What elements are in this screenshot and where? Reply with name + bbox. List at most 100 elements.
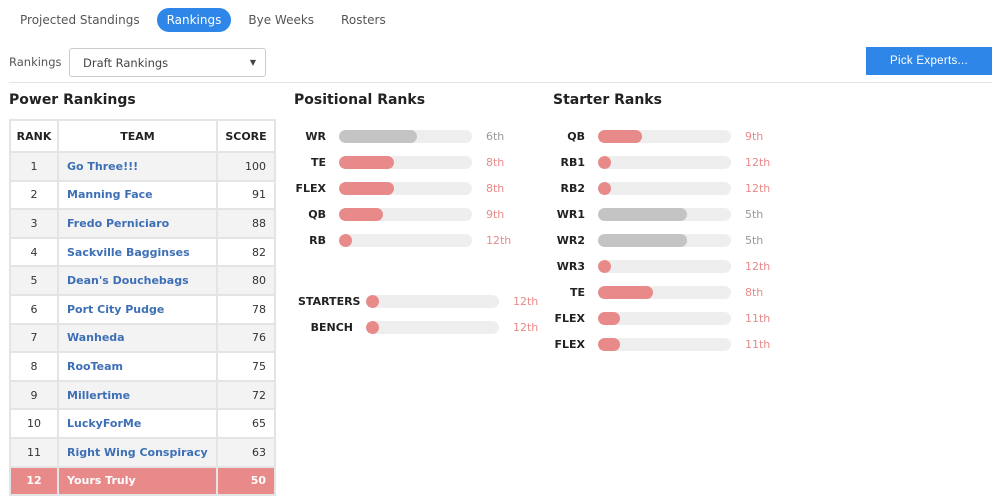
rank-text: 8th bbox=[486, 155, 505, 169]
team-cell: Dean's Douchebags bbox=[57, 265, 218, 296]
rank-bar-fill bbox=[598, 233, 687, 247]
rank-text: 6th bbox=[486, 129, 505, 143]
rank-cell: 2 bbox=[9, 179, 59, 211]
rank-cell: 3 bbox=[9, 208, 59, 239]
column-header-score: SCORE bbox=[216, 119, 276, 153]
rank-cell: 5 bbox=[9, 265, 59, 296]
rank-bar-row: WR2 5th bbox=[530, 227, 770, 253]
rank-bar-track bbox=[598, 129, 731, 143]
rank-bar-row: FLEX 8th bbox=[271, 175, 511, 201]
position-label: FLEX bbox=[554, 311, 585, 325]
rank-bar-row: QB 9th bbox=[530, 123, 770, 149]
tab-bye-weeks[interactable]: Bye Weeks bbox=[238, 8, 324, 32]
rank-bar-fill bbox=[339, 233, 352, 247]
table-row: 2 Manning Face 91 bbox=[9, 179, 276, 211]
rank-text: 8th bbox=[486, 181, 505, 195]
table-header-row: RANK TEAM SCORE bbox=[9, 119, 276, 153]
score-cell: 100 bbox=[216, 151, 276, 182]
position-label: RB2 bbox=[560, 181, 585, 195]
rank-cell: 8 bbox=[9, 351, 59, 382]
rank-bar-row: TE 8th bbox=[271, 149, 511, 175]
position-label: RB bbox=[309, 233, 326, 247]
table-row: 9 Millertime 72 bbox=[9, 379, 276, 411]
rank-bar-row: WR1 5th bbox=[530, 201, 770, 227]
team-link[interactable]: Millertime bbox=[67, 389, 130, 402]
tab-rankings[interactable]: Rankings bbox=[156, 8, 232, 32]
score-cell: 76 bbox=[216, 322, 276, 354]
rank-bar-track bbox=[598, 181, 731, 195]
rankings-select[interactable]: Draft Rankings ▼ bbox=[69, 48, 266, 77]
team-link[interactable]: Right Wing Conspiracy bbox=[67, 446, 208, 459]
power-rankings-table: RANK TEAM SCORE 1 Go Three!!! 100 2 Manning … bbox=[9, 119, 276, 497]
team-link[interactable]: Go Three!!! bbox=[67, 160, 138, 173]
rank-cell: 6 bbox=[9, 293, 59, 325]
rank-bar-track bbox=[598, 155, 731, 169]
rank-bar-track bbox=[339, 233, 472, 247]
team-link[interactable]: Sackville Bagginses bbox=[67, 246, 190, 259]
score-cell: 91 bbox=[216, 179, 276, 211]
team-link[interactable]: LuckyForMe bbox=[67, 417, 141, 430]
rank-bar-track bbox=[366, 294, 499, 308]
starter-ranks-title: Starter Ranks bbox=[553, 92, 662, 108]
rank-bar-track bbox=[598, 311, 731, 325]
column-header-team: TEAM bbox=[57, 119, 218, 153]
team-link[interactable]: RooTeam bbox=[67, 360, 123, 373]
team-cell: Fredo Perniciaro bbox=[57, 208, 218, 239]
position-label: QB bbox=[567, 129, 585, 143]
rank-bar-row: WR 6th bbox=[271, 123, 511, 149]
rank-text: 5th bbox=[745, 207, 764, 221]
score-cell: 50 bbox=[216, 465, 276, 497]
rankings-select-label: Rankings bbox=[9, 55, 62, 69]
tab-rosters[interactable]: Rosters bbox=[331, 8, 396, 32]
rank-text: 11th bbox=[745, 311, 771, 325]
rank-bar-track bbox=[598, 259, 731, 273]
team-link[interactable]: Wanheda bbox=[67, 331, 125, 344]
rank-bar-fill bbox=[598, 285, 654, 299]
score-cell: 65 bbox=[216, 408, 276, 439]
table-row: 5 Dean's Douchebags 80 bbox=[9, 265, 276, 296]
rank-bar-track bbox=[339, 181, 472, 195]
rankings-select-value: Draft Rankings bbox=[83, 56, 169, 70]
score-cell: 80 bbox=[216, 265, 276, 296]
rank-cell: 12 bbox=[9, 465, 59, 497]
rank-bar-row: STARTERS 12th bbox=[298, 288, 538, 314]
rank-bar-fill bbox=[366, 294, 379, 308]
position-label: FLEX bbox=[295, 181, 326, 195]
position-label: BENCH bbox=[310, 320, 353, 334]
rank-bar-fill bbox=[339, 207, 384, 221]
pick-experts-button[interactable]: Pick Experts... bbox=[866, 47, 992, 75]
rank-text: 9th bbox=[745, 129, 764, 143]
team-cell: RooTeam bbox=[57, 351, 218, 382]
team-link[interactable]: Manning Face bbox=[67, 188, 153, 201]
team-link[interactable]: Dean's Douchebags bbox=[67, 274, 189, 287]
rank-text: 9th bbox=[486, 207, 505, 221]
rank-bar-fill bbox=[598, 207, 687, 221]
team-link[interactable]: Yours Truly bbox=[67, 474, 136, 487]
rank-bar-track bbox=[339, 155, 472, 169]
position-label: WR2 bbox=[556, 233, 585, 247]
rank-cell: 1 bbox=[9, 151, 59, 182]
rank-bar-fill bbox=[598, 259, 611, 273]
table-row: 4 Sackville Bagginses 82 bbox=[9, 236, 276, 268]
table-row: 11 Right Wing Conspiracy 63 bbox=[9, 436, 276, 468]
position-label: WR3 bbox=[556, 259, 585, 273]
rank-bar-fill bbox=[598, 129, 643, 143]
table-row: 7 Wanheda 76 bbox=[9, 322, 276, 354]
rank-bar-track bbox=[339, 207, 472, 221]
team-link[interactable]: Fredo Perniciaro bbox=[67, 217, 169, 230]
power-rankings-title: Power Rankings bbox=[9, 92, 136, 108]
table-row: 1 Go Three!!! 100 bbox=[9, 151, 276, 182]
starter-ranks-list: QB 9th RB1 12th RB2 12th WR1 5th WR2 5th WR3 12th TE… bbox=[530, 123, 770, 357]
rank-bar-track bbox=[598, 233, 731, 247]
rank-cell: 9 bbox=[9, 379, 59, 411]
tab-projected-standings[interactable]: Projected Standings bbox=[10, 8, 150, 32]
rank-bar-track bbox=[598, 207, 731, 221]
table-row: 8 RooTeam 75 bbox=[9, 351, 276, 382]
position-label: RB1 bbox=[560, 155, 585, 169]
team-link[interactable]: Port City Pudge bbox=[67, 303, 164, 316]
rank-bar-track bbox=[339, 129, 472, 143]
rank-bar-track bbox=[598, 337, 731, 351]
team-cell: Millertime bbox=[57, 379, 218, 411]
rank-text: 8th bbox=[745, 285, 764, 299]
team-cell: LuckyForMe bbox=[57, 408, 218, 439]
